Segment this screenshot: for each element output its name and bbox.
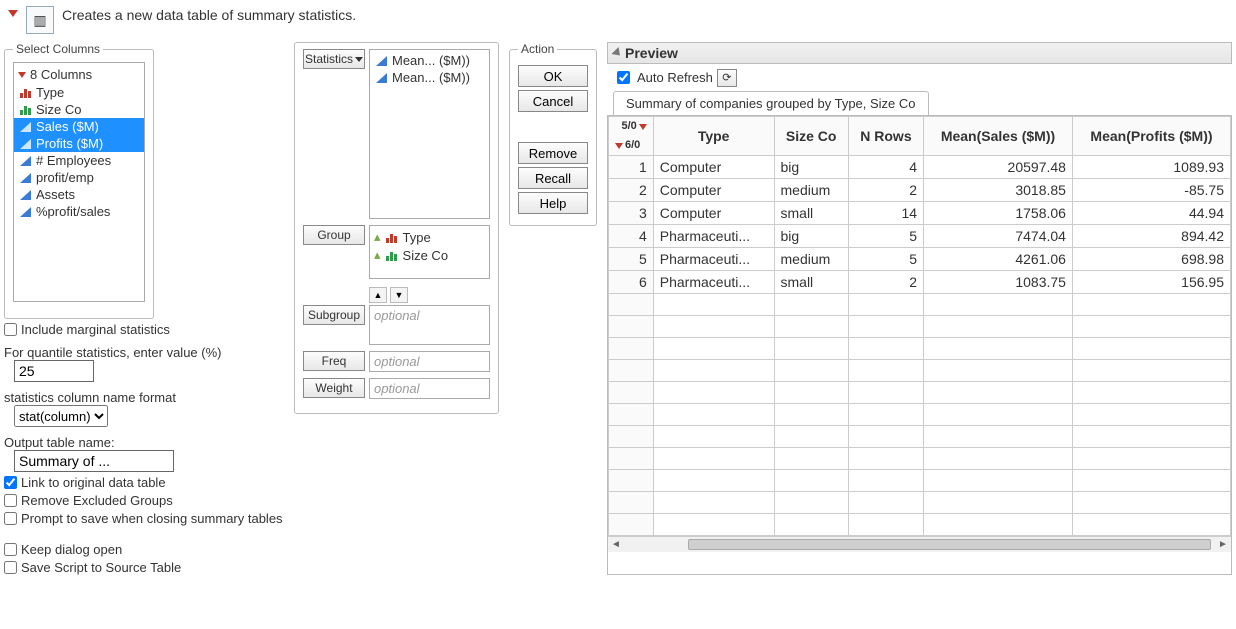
link-checkbox[interactable] — [4, 476, 17, 489]
table-row — [609, 470, 1231, 492]
output-name-input[interactable] — [14, 450, 174, 472]
scroll-right-icon[interactable]: ► — [1215, 537, 1231, 552]
ok-button[interactable]: OK — [518, 65, 588, 87]
description-text: Creates a new data table of summary stat… — [62, 6, 356, 24]
table-row[interactable]: 4Pharmaceuti...big57474.04894.42 — [609, 225, 1231, 248]
table-row — [609, 382, 1231, 404]
keep-open-checkbox[interactable] — [4, 543, 17, 556]
table-row — [609, 448, 1231, 470]
table-row — [609, 492, 1231, 514]
freq-box[interactable]: optional — [369, 351, 490, 372]
column-item[interactable]: Assets — [14, 186, 144, 203]
columns-count: 8 Columns — [30, 67, 92, 82]
table-row[interactable]: 2Computermedium23018.85-85.75 — [609, 179, 1231, 202]
table-row — [609, 338, 1231, 360]
chevron-down-icon — [355, 57, 363, 62]
subgroup-button[interactable]: Subgroup — [303, 305, 365, 325]
column-item[interactable]: Sales ($M) — [14, 118, 144, 135]
disclosure-icon[interactable] — [611, 47, 623, 59]
include-marginal-checkbox[interactable] — [4, 323, 17, 336]
prompt-save-label: Prompt to save when closing summary tabl… — [21, 511, 283, 526]
group-box[interactable]: ▴Type▴Size Co — [369, 225, 490, 279]
cancel-button[interactable]: Cancel — [518, 90, 588, 112]
col-header-meansales[interactable]: Mean(Sales ($M)) — [924, 117, 1073, 156]
save-script-label: Save Script to Source Table — [21, 560, 181, 575]
move-up-button[interactable]: ▲ — [369, 287, 387, 303]
cols-count: 5/0 — [621, 120, 636, 133]
quantile-input[interactable] — [14, 360, 94, 382]
help-button[interactable]: Help — [518, 192, 588, 214]
col-header-type[interactable]: Type — [653, 117, 774, 156]
keep-open-label: Keep dialog open — [21, 542, 122, 557]
column-item[interactable]: profit/emp — [14, 169, 144, 186]
save-script-checkbox[interactable] — [4, 561, 17, 574]
link-label: Link to original data table — [21, 475, 166, 490]
table-row — [609, 426, 1231, 448]
table-row[interactable]: 5Pharmaceuti...medium54261.06698.98 — [609, 248, 1231, 271]
action-legend: Action — [518, 42, 557, 56]
table-row — [609, 294, 1231, 316]
auto-refresh-checkbox[interactable] — [617, 71, 630, 84]
recall-button[interactable]: Recall — [518, 167, 588, 189]
colname-format-label: statistics column name format — [4, 390, 284, 405]
remove-excluded-label: Remove Excluded Groups — [21, 493, 173, 508]
column-item[interactable]: %profit/sales — [14, 203, 144, 220]
column-item[interactable]: # Employees — [14, 152, 144, 169]
refresh-button[interactable]: ⟳ — [717, 69, 737, 87]
column-item[interactable]: Type — [14, 84, 144, 101]
col-header-nrows[interactable]: N Rows — [848, 117, 923, 156]
columns-listbox[interactable]: 8 Columns TypeSize CoSales ($M)Profits (… — [13, 62, 145, 302]
table-row[interactable]: 1Computerbig420597.481089.93 — [609, 156, 1231, 179]
quantile-label: For quantile statistics, enter value (%) — [4, 345, 284, 360]
column-item[interactable]: Profits ($M) — [14, 135, 144, 152]
output-name-label: Output table name: — [4, 435, 284, 450]
col-header-sizeco[interactable]: Size Co — [774, 117, 848, 156]
disclosure-icon[interactable] — [639, 124, 647, 130]
statistics-box[interactable]: Mean... ($M))Mean... ($M)) — [369, 49, 490, 219]
col-header-meanprofits[interactable]: Mean(Profits ($M)) — [1072, 117, 1230, 156]
disclosure-icon[interactable] — [615, 143, 623, 149]
table-row[interactable]: 6Pharmaceuti...small21083.75156.95 — [609, 271, 1231, 294]
weight-button[interactable]: Weight — [303, 378, 365, 398]
subgroup-box[interactable]: optional — [369, 305, 490, 345]
auto-refresh-label: Auto Refresh — [637, 70, 713, 85]
preview-panel: Preview Auto Refresh ⟳ Summary of compan… — [607, 42, 1232, 575]
remove-excluded-checkbox[interactable] — [4, 494, 17, 507]
table-row — [609, 514, 1231, 536]
table-row[interactable]: 3Computersmall141758.0644.94 — [609, 202, 1231, 225]
disclosure-icon[interactable] — [18, 72, 26, 78]
rows-count: 6/0 — [625, 139, 640, 152]
colname-format-select[interactable]: stat(column) — [14, 405, 108, 427]
scroll-left-icon[interactable]: ◄ — [608, 537, 624, 552]
move-down-button[interactable]: ▼ — [390, 287, 408, 303]
select-columns-panel: Select Columns 8 Columns TypeSize CoSale… — [4, 42, 154, 319]
weight-box[interactable]: optional — [369, 378, 490, 399]
table-row — [609, 360, 1231, 382]
remove-button[interactable]: Remove — [518, 142, 588, 164]
action-panel: Action OK Cancel Remove Recall Help — [509, 42, 597, 226]
preview-table[interactable]: 5/0 6/0 Type Size Co N Rows Mean(Sales (… — [608, 116, 1231, 536]
select-columns-legend: Select Columns — [13, 42, 103, 56]
summary-icon: ▥ — [26, 6, 54, 34]
prompt-save-checkbox[interactable] — [4, 512, 17, 525]
freq-button[interactable]: Freq — [303, 351, 365, 371]
horizontal-scrollbar[interactable]: ◄ ► — [608, 536, 1231, 552]
header-row: ▥ Creates a new data table of summary st… — [4, 4, 1232, 42]
include-marginal-label: Include marginal statistics — [21, 322, 170, 337]
group-button[interactable]: Group — [303, 225, 365, 245]
cast-panel: Statistics Mean... ($M))Mean... ($M)) Gr… — [294, 42, 499, 414]
column-item[interactable]: Size Co — [14, 101, 144, 118]
disclosure-icon[interactable] — [8, 10, 18, 17]
preview-tab[interactable]: Summary of companies grouped by Type, Si… — [613, 91, 929, 115]
statistics-button[interactable]: Statistics — [303, 49, 365, 69]
table-row — [609, 316, 1231, 338]
preview-title: Preview — [625, 45, 678, 61]
scrollbar-thumb[interactable] — [688, 539, 1211, 550]
table-row — [609, 404, 1231, 426]
